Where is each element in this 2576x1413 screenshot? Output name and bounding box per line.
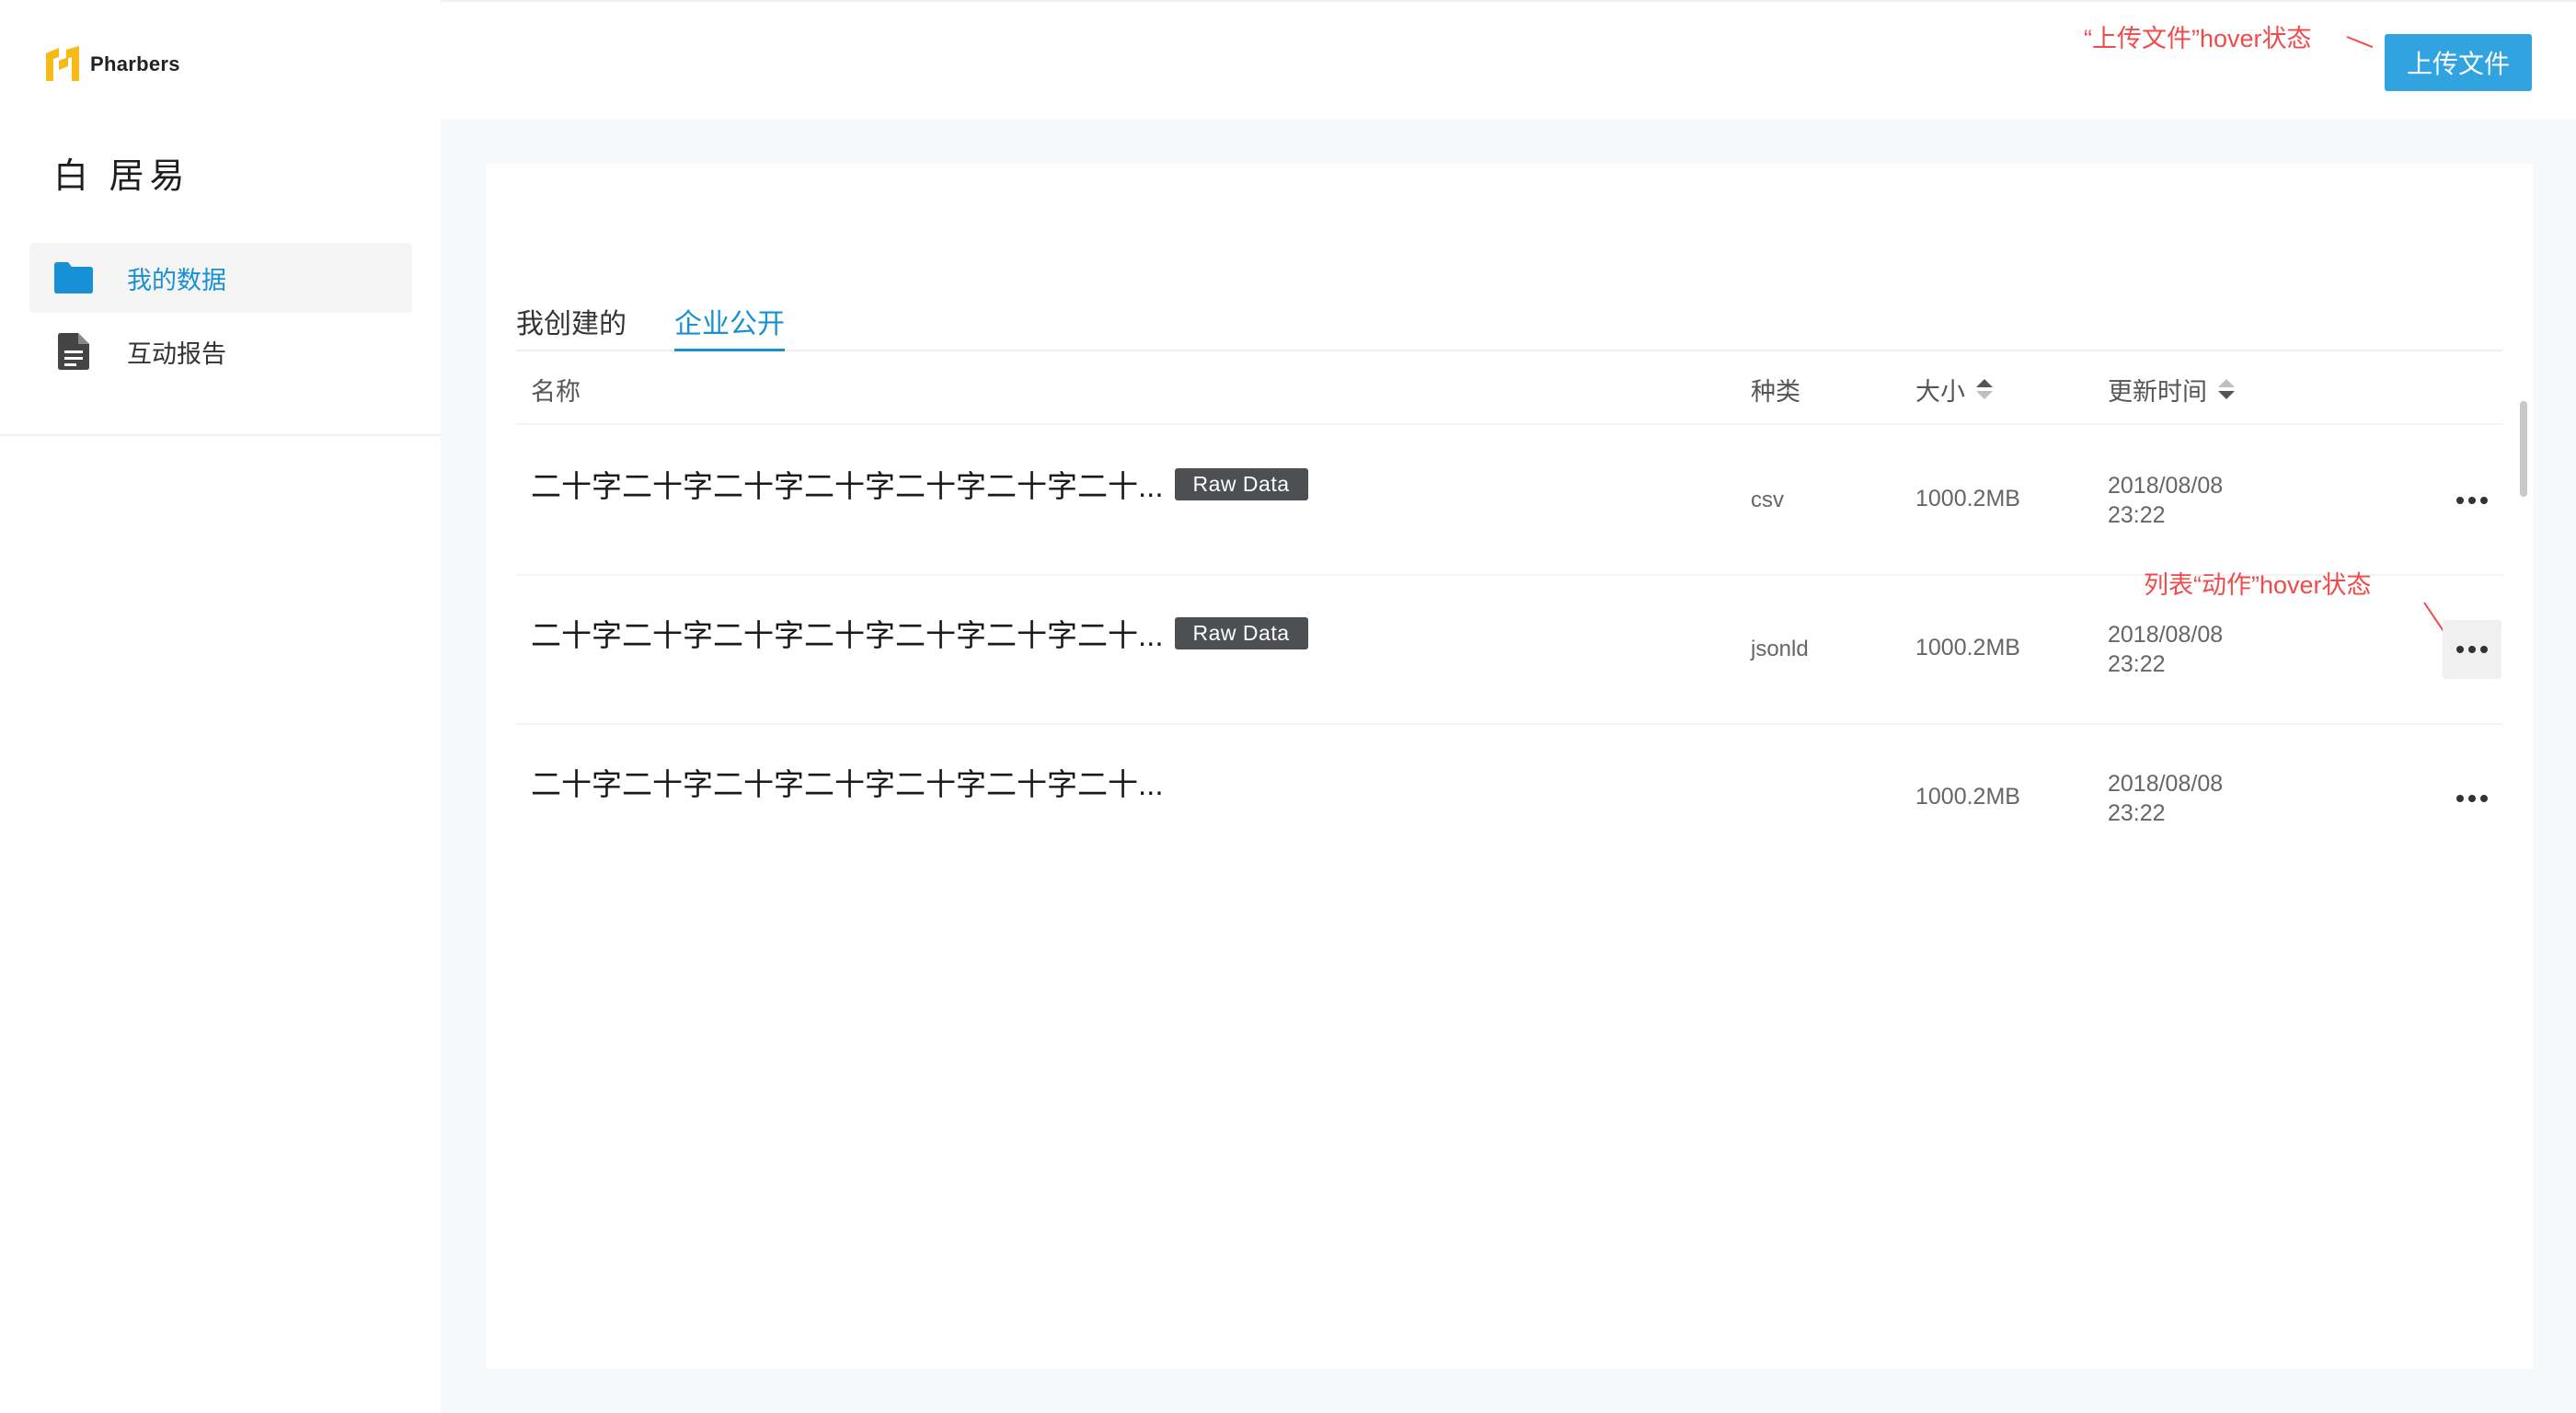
user-name: 白 居易	[53, 157, 190, 196]
row-name-cell: 二十字二十字二十字二十字二十字二十字二十... Raw Data	[531, 611, 1308, 655]
column-header-type: 种类	[1751, 353, 1800, 425]
top-header: “上传文件”hover状态 上传文件	[441, 0, 2576, 120]
sidebar: Pharbers 白 居易 我的数据 互动报告	[0, 0, 441, 1413]
row-name-cell: 二十字二十字二十字二十字二十字二十字二十... Raw Data	[531, 462, 1308, 506]
row-action-button[interactable]	[2443, 769, 2501, 828]
column-header-size[interactable]: 大小	[1915, 353, 1993, 425]
tab-enterprise-public[interactable]: 企业公开	[674, 301, 785, 351]
sidebar-item-my-data[interactable]: 我的数据	[29, 243, 412, 313]
row-size: 1000.2MB	[1915, 635, 2020, 661]
more-icon	[2456, 646, 2488, 653]
action-hover-annotation: 列表“动作”hover状态	[2144, 571, 2372, 599]
column-name-label: 名称	[531, 377, 581, 406]
column-size-label: 大小	[1915, 377, 1965, 406]
folder-icon	[53, 258, 94, 298]
row-name[interactable]: 二十字二十字二十字二十字二十字二十字二十...	[531, 611, 1164, 655]
row-updated-time: 2018/08/08 23:22	[2108, 620, 2223, 679]
column-header-name: 名称	[531, 353, 581, 425]
raw-data-badge: Raw Data	[1174, 467, 1308, 500]
document-icon	[53, 331, 94, 372]
row-time: 23:22	[2108, 651, 2166, 677]
vertical-scrollbar[interactable]	[2520, 401, 2527, 497]
upload-file-button[interactable]: 上传文件	[2385, 34, 2532, 91]
row-time: 23:22	[2108, 800, 2166, 826]
table-row[interactable]: 二十字二十字二十字二十字二十字二十字二十... Raw Data csv 100…	[516, 427, 2503, 576]
row-date: 2018/08/08	[2108, 622, 2224, 648]
tab-my-created[interactable]: 我创建的	[516, 301, 627, 351]
upload-hover-annotation: “上传文件”hover状态	[2084, 25, 2312, 52]
annotation-pointer-line	[2346, 36, 2374, 49]
sidebar-item-reports[interactable]: 互动报告	[29, 316, 412, 386]
column-type-label: 种类	[1751, 377, 1800, 406]
raw-data-badge: Raw Data	[1174, 616, 1308, 649]
row-action-button[interactable]	[2443, 620, 2501, 679]
sidebar-item-label: 我的数据	[127, 266, 226, 294]
column-time-label: 更新时间	[2108, 377, 2207, 406]
sidebar-item-label: 互动报告	[127, 339, 226, 368]
row-name-cell: 二十字二十字二十字二十字二十字二十字二十...	[531, 760, 1164, 804]
sort-icon[interactable]	[2218, 379, 2235, 399]
sidebar-nav: 我的数据 互动报告	[29, 243, 412, 390]
table-row[interactable]: 二十字二十字二十字二十字二十字二十字二十... 1000.2MB 2018/08…	[516, 725, 2503, 874]
row-time: 23:22	[2108, 502, 2166, 528]
table-header: 名称 种类 大小 更新时间	[516, 353, 2503, 425]
brand-logo[interactable]: Pharbers	[42, 44, 180, 85]
column-header-time[interactable]: 更新时间	[2108, 353, 2235, 425]
more-icon	[2456, 497, 2488, 504]
sort-icon[interactable]	[1976, 379, 1993, 399]
row-action-button[interactable]	[2443, 471, 2501, 530]
row-updated-time: 2018/08/08 23:22	[2108, 769, 2223, 828]
table-row[interactable]: 二十字二十字二十字二十字二十字二十字二十... Raw Data jsonld …	[516, 571, 2503, 725]
data-card: 我创建的 企业公开 名称 种类 大小 更新时间 二十字二十字二十字二十字二十字二…	[486, 164, 2533, 1369]
row-name[interactable]: 二十字二十字二十字二十字二十字二十字二十...	[531, 462, 1164, 506]
row-size: 1000.2MB	[1915, 486, 2020, 511]
row-size: 1000.2MB	[1915, 784, 2020, 810]
row-date: 2018/08/08	[2108, 473, 2224, 499]
row-type: jsonld	[1751, 637, 1809, 661]
main-content: 我创建的 企业公开 名称 种类 大小 更新时间 二十字二十字二十字二十字二十字二…	[441, 120, 2576, 1413]
row-type: csv	[1751, 488, 1784, 512]
sidebar-divider	[0, 434, 441, 436]
row-date: 2018/08/08	[2108, 771, 2224, 797]
pharbers-logo-icon	[46, 46, 79, 81]
tab-bar: 我创建的 企业公开	[516, 256, 2503, 351]
more-icon	[2456, 795, 2488, 802]
row-name[interactable]: 二十字二十字二十字二十字二十字二十字二十...	[531, 760, 1164, 804]
row-updated-time: 2018/08/08 23:22	[2108, 471, 2223, 530]
brand-name: Pharbers	[90, 52, 180, 75]
